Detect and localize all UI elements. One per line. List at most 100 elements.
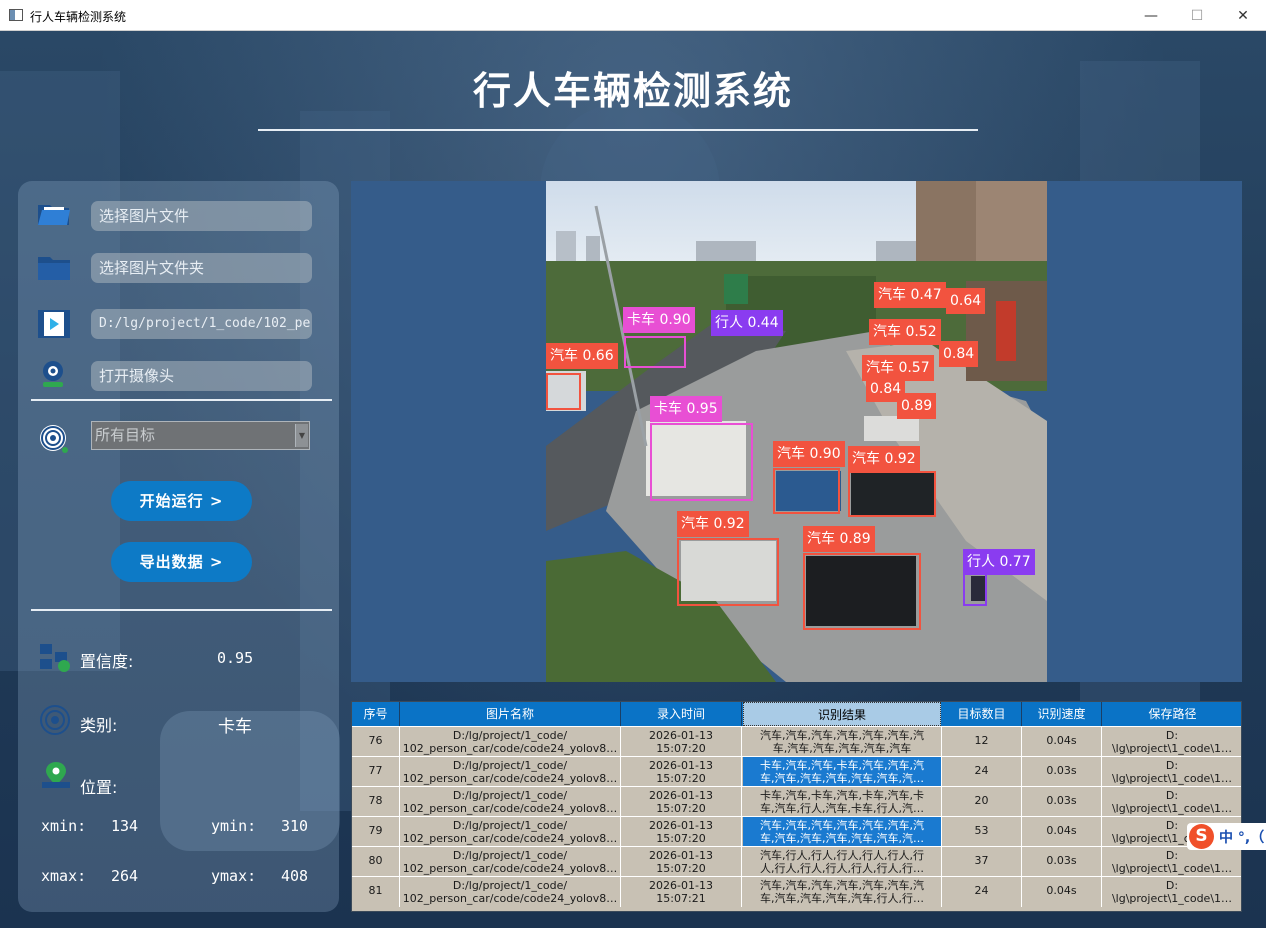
- video-path-field[interactable]: D:/lg/project/1_code/102_pe: [91, 309, 312, 339]
- table-cell-name[interactable]: D:/lg/project/1_code/102_person_car/code…: [400, 877, 621, 907]
- video-icon[interactable]: [36, 309, 72, 339]
- minimize-button[interactable]: —: [1128, 0, 1174, 31]
- table-cell-time[interactable]: 2026-01-13 15:07:20: [621, 757, 742, 787]
- target-select-value: 所有目标: [95, 426, 156, 444]
- app-icon: [9, 9, 23, 21]
- detection-label: 0.89: [897, 393, 937, 419]
- confidence-label: 置信度:: [80, 652, 134, 671]
- target-select[interactable]: 所有目标 ▼: [91, 421, 310, 450]
- detection-box: [963, 573, 987, 606]
- position-label: 位置:: [80, 778, 118, 797]
- results-table[interactable]: 序号 图片名称 录入时间 识别结果 目标数目 识别速度 保存路径 76 D:/lg…: [351, 701, 1242, 912]
- camera-field[interactable]: 打开摄像头: [91, 361, 312, 391]
- detection-box: [803, 553, 921, 630]
- camera-icon[interactable]: [36, 359, 72, 389]
- table-cell-name[interactable]: D:/lg/project/1_code/102_person_car/code…: [400, 757, 621, 787]
- window-titlebar: 行人车辆检测系统 — ☐ ✕: [0, 0, 1266, 31]
- table-cell-res[interactable]: 汽车,汽车,汽车,汽车,汽车,汽车,汽 车,汽车,汽车,汽车,汽车,汽车: [743, 727, 942, 757]
- table-cell-id[interactable]: 78: [352, 787, 400, 817]
- xmax-value: 264: [111, 867, 139, 885]
- detection-label: 卡车 0.95: [650, 396, 722, 422]
- col-header-index[interactable]: 序号: [352, 702, 400, 726]
- table-row[interactable]: 77 D:/lg/project/1_code/102_person_car/co…: [352, 756, 1241, 787]
- table-cell-path[interactable]: D: \lg\project\1_code\1…: [1102, 877, 1241, 907]
- table-cell-count[interactable]: 20: [942, 787, 1022, 817]
- table-cell-speed[interactable]: 0.03s: [1022, 847, 1102, 877]
- table-row[interactable]: 81 D:/lg/project/1_code/102_person_car/co…: [352, 876, 1241, 907]
- ymax-label: ymax:: [211, 867, 257, 885]
- table-cell-res[interactable]: 卡车,汽车,汽车,卡车,汽车,汽车,汽 车,汽车,汽车,汽车,汽车,汽车,汽…: [743, 757, 942, 787]
- table-header: 序号 图片名称 录入时间 识别结果 目标数目 识别速度 保存路径: [352, 702, 1241, 726]
- table-cell-speed[interactable]: 0.04s: [1022, 877, 1102, 907]
- folder-icon[interactable]: [36, 253, 72, 283]
- table-cell-path[interactable]: D: \lg\project\1_code\1…: [1102, 727, 1241, 757]
- table-cell-id[interactable]: 76: [352, 727, 400, 757]
- ymin-value: 310: [281, 817, 309, 835]
- table-cell-path[interactable]: D: \lg\project\1_code\1…: [1102, 847, 1241, 877]
- table-cell-count[interactable]: 12: [942, 727, 1022, 757]
- table-cell-res[interactable]: 汽车,汽车,汽车,汽车,汽车,汽车,汽 车,汽车,汽车,汽车,汽车,汽车,汽…: [743, 817, 942, 847]
- table-cell-time[interactable]: 2026-01-13 15:07:20: [621, 847, 742, 877]
- maximize-button[interactable]: ☐: [1174, 0, 1220, 31]
- col-header-count[interactable]: 目标数目: [942, 702, 1022, 726]
- location-pin-icon: [42, 762, 70, 788]
- detection-box: [677, 538, 779, 606]
- xmin-value: 134: [111, 817, 139, 835]
- ymin-label: ymin:: [211, 817, 257, 835]
- table-cell-id[interactable]: 80: [352, 847, 400, 877]
- target-icon: [40, 425, 68, 453]
- table-cell-count[interactable]: 24: [942, 757, 1022, 787]
- detection-image: [546, 181, 1047, 682]
- detection-label: 汽车 0.66: [546, 343, 618, 369]
- table-cell-count[interactable]: 53: [942, 817, 1022, 847]
- dropdown-arrow-icon[interactable]: ▼: [295, 424, 308, 447]
- start-button[interactable]: 开始运行 >: [111, 481, 252, 521]
- table-cell-speed[interactable]: 0.03s: [1022, 757, 1102, 787]
- table-row[interactable]: 80 D:/lg/project/1_code/102_person_car/co…: [352, 846, 1241, 877]
- ymax-value: 408: [281, 867, 309, 885]
- col-header-result[interactable]: 识别结果: [743, 702, 941, 726]
- image-file-field[interactable]: 选择图片文件: [91, 201, 312, 231]
- table-cell-path[interactable]: D: \lg\project\1_code\1…: [1102, 757, 1241, 787]
- detection-label: 汽车 0.90: [773, 441, 845, 467]
- table-row[interactable]: 78 D:/lg/project/1_code/102_person_car/co…: [352, 786, 1241, 817]
- table-row[interactable]: 79 D:/lg/project/1_code/102_person_car/co…: [352, 816, 1241, 847]
- detection-label: 0.64: [946, 288, 986, 314]
- table-cell-name[interactable]: D:/lg/project/1_code/102_person_car/code…: [400, 727, 621, 757]
- table-cell-count[interactable]: 37: [942, 847, 1022, 877]
- export-button[interactable]: 导出数据 >: [111, 542, 252, 582]
- table-cell-path[interactable]: D: \lg\project\1_code\1…: [1102, 787, 1241, 817]
- table-cell-time[interactable]: 2026-01-13 15:07:20: [621, 727, 742, 757]
- table-cell-res[interactable]: 卡车,汽车,卡车,汽车,卡车,汽车,卡 车,汽车,行人,汽车,卡车,行人,汽…: [743, 787, 942, 817]
- table-cell-res[interactable]: 汽车,行人,行人,行人,行人,行人,行 人,行人,行人,行人,行人,行人,行…: [743, 847, 942, 877]
- col-header-path[interactable]: 保存路径: [1102, 702, 1241, 726]
- table-cell-time[interactable]: 2026-01-13 15:07:20: [621, 787, 742, 817]
- table-row[interactable]: 76 D:/lg/project/1_code/102_person_car/co…: [352, 726, 1241, 757]
- table-cell-name[interactable]: D:/lg/project/1_code/102_person_car/code…: [400, 787, 621, 817]
- detection-box: [773, 468, 840, 514]
- table-cell-time[interactable]: 2026-01-13 15:07:21: [621, 877, 742, 907]
- open-folder-icon[interactable]: [36, 199, 72, 229]
- image-folder-field[interactable]: 选择图片文件夹: [91, 253, 312, 283]
- table-cell-time[interactable]: 2026-01-13 15:07:20: [621, 817, 742, 847]
- table-cell-speed[interactable]: 0.04s: [1022, 727, 1102, 757]
- xmin-label: xmin:: [41, 817, 87, 835]
- table-cell-speed[interactable]: 0.04s: [1022, 817, 1102, 847]
- class-target-icon: [40, 705, 70, 735]
- table-cell-id[interactable]: 79: [352, 817, 400, 847]
- ime-toolbar[interactable]: S 中 °,（: [1187, 823, 1266, 850]
- table-cell-id[interactable]: 81: [352, 877, 400, 907]
- close-button[interactable]: ✕: [1220, 0, 1266, 31]
- confidence-value: 0.95: [217, 649, 254, 667]
- table-cell-count[interactable]: 24: [942, 877, 1022, 907]
- table-cell-id[interactable]: 77: [352, 757, 400, 787]
- table-cell-speed[interactable]: 0.03s: [1022, 787, 1102, 817]
- table-cell-name[interactable]: D:/lg/project/1_code/102_person_car/code…: [400, 817, 621, 847]
- detection-label: 0.84: [939, 341, 979, 367]
- col-header-name[interactable]: 图片名称: [400, 702, 621, 726]
- col-header-time[interactable]: 录入时间: [621, 702, 742, 726]
- table-cell-name[interactable]: D:/lg/project/1_code/102_person_car/code…: [400, 847, 621, 877]
- col-header-speed[interactable]: 识别速度: [1022, 702, 1102, 726]
- detection-label: 汽车 0.47: [874, 282, 946, 308]
- table-cell-res[interactable]: 汽车,汽车,汽车,汽车,汽车,汽车,汽 车,汽车,汽车,汽车,汽车,行人,行…: [743, 877, 942, 907]
